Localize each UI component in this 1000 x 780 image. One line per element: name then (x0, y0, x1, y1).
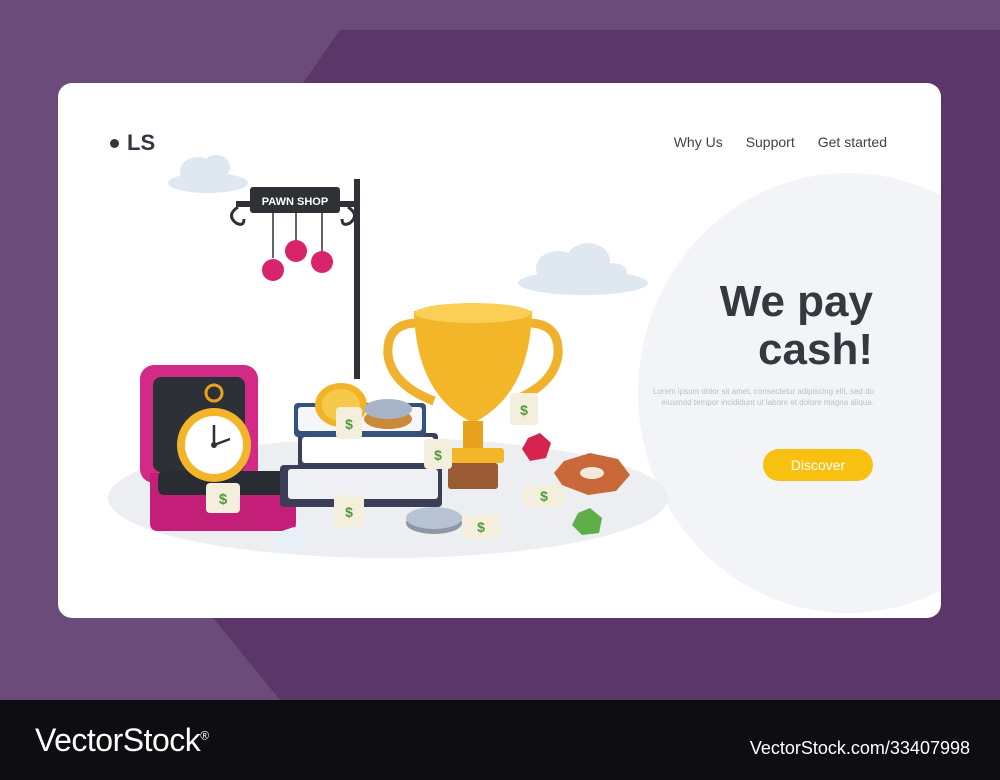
headline-line-2: cash! (758, 325, 873, 374)
emerald-icon (572, 508, 602, 535)
footer-brand[interactable]: VectorStock® (35, 722, 209, 759)
price-tag-icon: $ (524, 485, 564, 507)
hero-description: Lorem ipsum dolor sit amet, consectetur … (653, 387, 874, 407)
svg-text:$: $ (520, 402, 528, 418)
svg-text:$: $ (219, 491, 228, 508)
svg-text:$: $ (345, 416, 353, 432)
coin-icon (406, 507, 462, 534)
ruby-icon (522, 433, 551, 461)
price-tag-icon: $ (334, 495, 364, 527)
headline-line-1: We pay (719, 277, 873, 326)
footer-asset-id: VectorStock.com/33407998 (749, 738, 970, 758)
brand-name: VectorStock (35, 722, 201, 758)
coin-icon (364, 399, 412, 429)
svg-text:$: $ (345, 504, 353, 520)
footer-bar: VectorStock® VectorStock.com/33407998 (0, 700, 1000, 780)
cloud-icon (168, 155, 248, 193)
price-tag-icon: $ (462, 515, 500, 539)
landing-card: LS Why Us Support Get started PAWN SHOP (58, 83, 941, 618)
hero-headline: We pay cash! (678, 278, 873, 374)
price-tag-icon: $ (510, 393, 538, 425)
registered-mark: ® (200, 728, 209, 743)
svg-text:$: $ (434, 447, 442, 463)
pawn-shop-sign: PAWN SHOP (230, 179, 360, 379)
cloud-icon (518, 243, 648, 295)
ancient-coin-icon (554, 453, 630, 495)
svg-text:$: $ (540, 488, 548, 504)
discover-button[interactable]: Discover (763, 449, 873, 481)
price-tag-icon: $ (336, 407, 362, 439)
price-tag-icon: $ (424, 439, 452, 469)
price-tag-icon: $ (206, 483, 240, 513)
sign-text: PAWN SHOP (262, 196, 328, 208)
svg-text:$: $ (477, 519, 485, 535)
